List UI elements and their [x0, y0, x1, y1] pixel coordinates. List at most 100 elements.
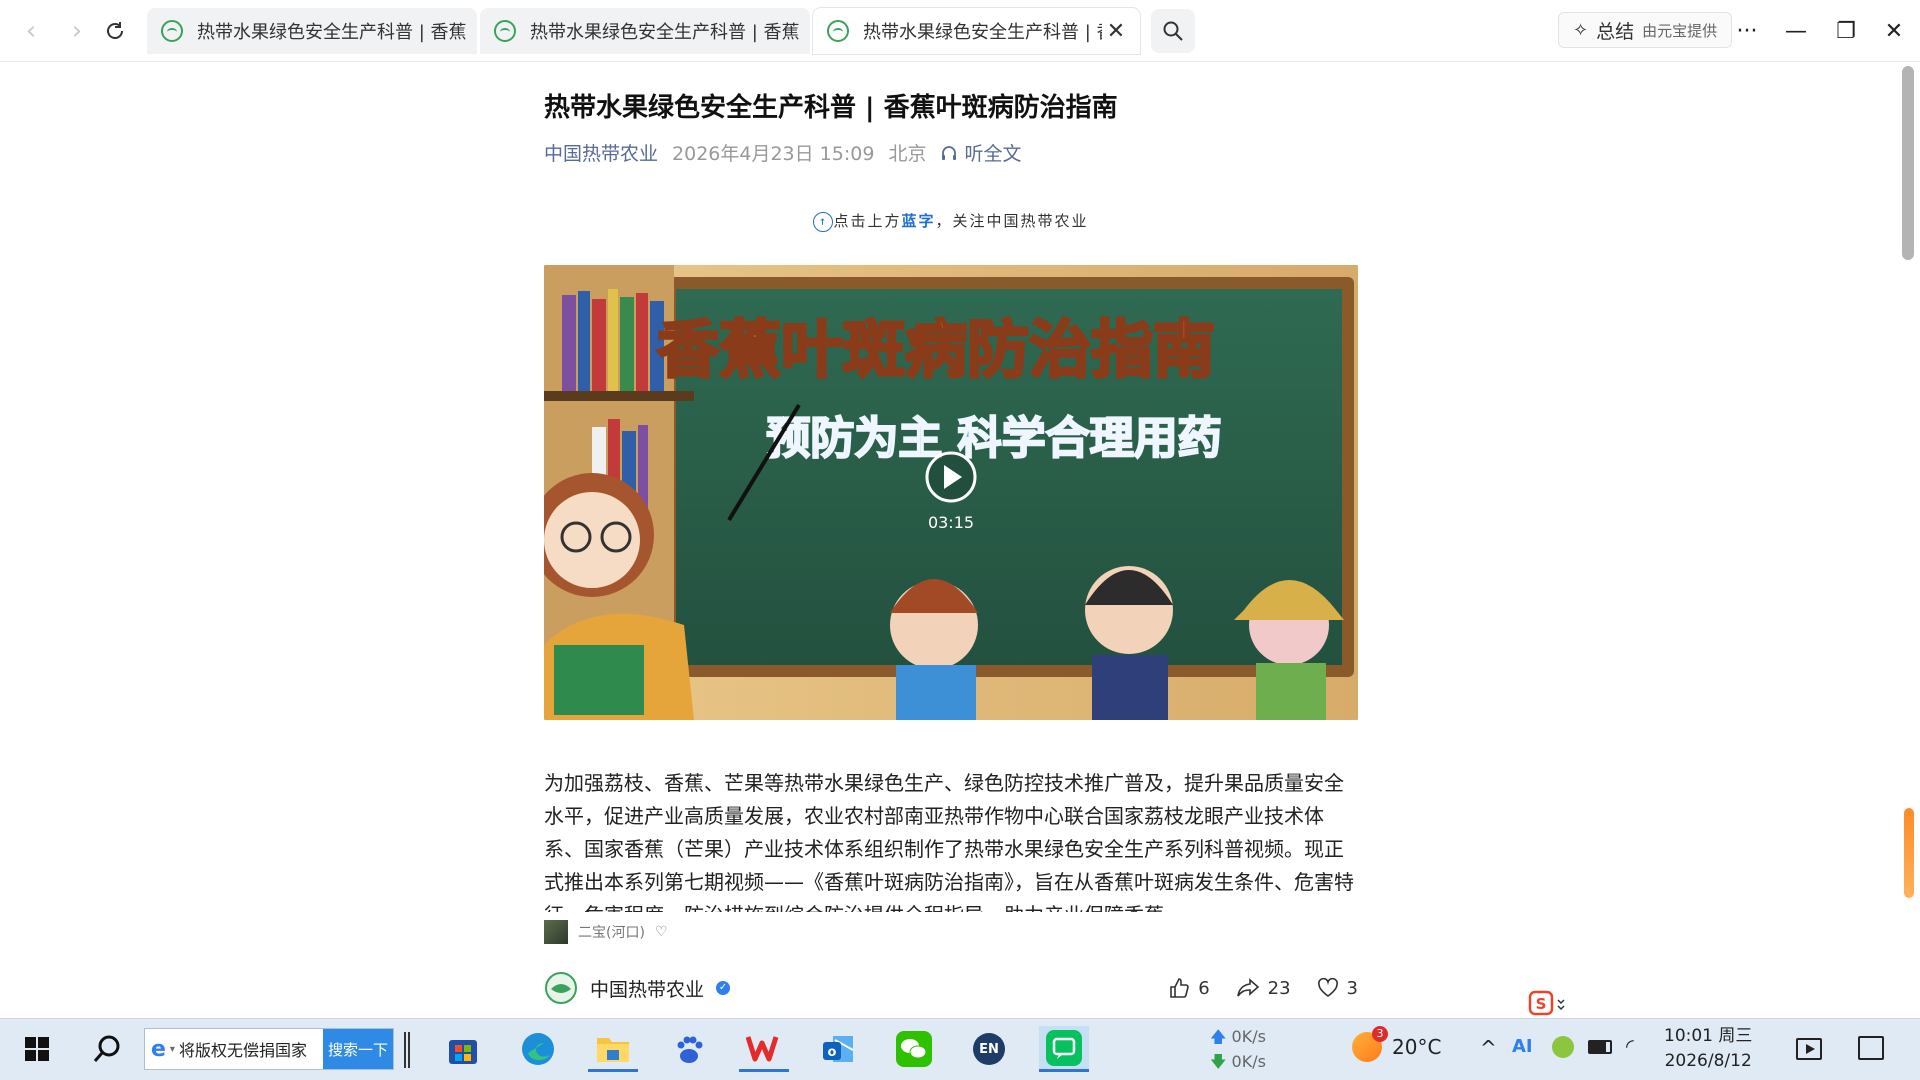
- taskbar-outlook[interactable]: o: [814, 1026, 864, 1072]
- ai-assistant-icon[interactable]: AI: [1512, 1036, 1533, 1057]
- taskbar-store[interactable]: [438, 1026, 488, 1072]
- folder-icon: [597, 1037, 629, 1062]
- taskbar-search-box[interactable]: e ▾ 将版权无偿捐国家 搜索一下: [144, 1028, 394, 1070]
- tab-title: 热带水果绿色安全生产科普 | 香蕉叶斑病防治指南: [197, 22, 467, 43]
- cover-headline: 香蕉叶斑病防治指南: [657, 313, 1215, 386]
- article-paragraph: 为加强荔枝、香蕉、芒果等热带水果绿色生产、绿色防控技术推广普及，提升果品质量安全…: [544, 771, 1354, 912]
- like-count: 6: [1198, 977, 1210, 999]
- refresh-icon: [107, 22, 123, 39]
- weather-widget[interactable]: 3 20°C: [1352, 1026, 1442, 1062]
- video-player[interactable]: 香蕉叶斑病防治指南 预防为主 科学合理用药 03:15: [544, 265, 1358, 720]
- search-button[interactable]: [82, 1026, 132, 1072]
- student-illustrations: [890, 566, 1344, 720]
- author-link[interactable]: 中国热带农业: [544, 139, 658, 166]
- tab-search-button[interactable]: [1151, 9, 1195, 53]
- follow-suffix: ，关注中国热带农业: [935, 212, 1089, 230]
- tab-title: 热带水果绿色安全生产科普 | 香蕉枯萎病防治指南: [530, 22, 800, 43]
- headphones-icon: [942, 145, 957, 160]
- divider: [404, 1032, 410, 1068]
- windows-logo-icon: [25, 1037, 49, 1061]
- notifications-icon[interactable]: [1858, 1036, 1884, 1060]
- restore-button[interactable]: ❐: [1826, 12, 1866, 50]
- close-window-button[interactable]: ✕: [1874, 12, 1914, 50]
- follow-prompt: ↑ 点击上方蓝字，关注中国热带农业: [544, 210, 1358, 232]
- tab-3-active[interactable]: 热带水果绿色安全生产科普 | 香蕉叶斑病防治指南 ✕: [813, 8, 1140, 54]
- commenter-name: 二宝(河口): [578, 925, 645, 941]
- close-tab-icon[interactable]: ✕: [1102, 19, 1130, 44]
- refresh-button[interactable]: [98, 14, 132, 48]
- upload-arrow-icon: 🡅: [1210, 1027, 1227, 1046]
- start-button[interactable]: [12, 1026, 62, 1072]
- article-content: 热带水果绿色安全生产科普 | 香蕉叶斑病防治指南 中国热带农业 2026年4月2…: [544, 62, 1358, 1018]
- pointer-icon: ↑: [813, 211, 834, 232]
- dropdown-icon: ▾: [169, 1043, 175, 1055]
- site-favicon-icon: [494, 20, 516, 42]
- tab-1[interactable]: 热带水果绿色安全生产科普 | 香蕉叶斑病防治指南: [147, 8, 477, 54]
- comment-ticker: 二宝(河口) ♡: [544, 920, 668, 944]
- wps-icon: [746, 1035, 779, 1061]
- tab-2[interactable]: 热带水果绿色安全生产科普 | 香蕉枯萎病防治指南: [480, 8, 810, 54]
- chat-app-icon: [1046, 1029, 1082, 1066]
- follow-prefix: 点击上方: [833, 212, 902, 230]
- taskbar-ime[interactable]: EN: [964, 1026, 1014, 1072]
- follow-highlight: 蓝字: [901, 212, 936, 230]
- page-scrollbar[interactable]: [1902, 66, 1914, 260]
- clock-date: 2026/8/12: [1664, 1051, 1752, 1071]
- share-button[interactable]: 23: [1236, 977, 1291, 999]
- sparkle-icon: ✧: [1573, 19, 1589, 41]
- article-footer: 中国热带农业 ✓ 6 23 3: [544, 965, 1358, 1011]
- sogou-ime-icon[interactable]: S: [1528, 990, 1566, 1018]
- show-desktop-icon[interactable]: [1796, 1038, 1822, 1060]
- download-arrow-icon: 🡇: [1210, 1052, 1227, 1071]
- more-menu-button[interactable]: ···: [1727, 12, 1767, 50]
- share-icon: [1236, 978, 1259, 997]
- search-icon: [1163, 21, 1183, 41]
- temperature: 20°C: [1392, 1035, 1442, 1059]
- account-logo-icon: [545, 972, 577, 1004]
- back-button[interactable]: ‹: [14, 14, 48, 48]
- taskbar-file-explorer[interactable]: [588, 1026, 638, 1072]
- taskbar-chat-app[interactable]: [1039, 1026, 1089, 1072]
- weather-icon: 3: [1352, 1026, 1388, 1062]
- verified-icon: ✓: [716, 981, 731, 995]
- taskbar-edge[interactable]: [513, 1026, 563, 1072]
- side-tool-handle[interactable]: [1904, 808, 1914, 898]
- download-speed: 0K/s: [1231, 1052, 1266, 1071]
- taskbar-baidu[interactable]: [664, 1026, 714, 1072]
- wechat-icon: [896, 1031, 932, 1067]
- publish-location: 北京: [888, 143, 927, 165]
- battery-icon[interactable]: [1588, 1040, 1612, 1054]
- listen-button[interactable]: 听全文: [940, 139, 1021, 166]
- weather-badge: 3: [1372, 1026, 1388, 1042]
- tab-title: 热带水果绿色安全生产科普 | 香蕉叶斑病防治指南: [863, 22, 1102, 43]
- heart-icon: ♡: [654, 924, 668, 940]
- security-icon[interactable]: [1552, 1036, 1574, 1058]
- article-meta: 中国热带农业 2026年4月23日 15:09 北京 听全文: [544, 139, 1021, 166]
- search-text: 将版权无偿捐国家: [178, 1041, 307, 1060]
- search-submit-button[interactable]: 搜索一下: [323, 1029, 393, 1069]
- site-favicon-icon: [827, 20, 849, 42]
- publish-date: 2026年4月23日 15:09: [672, 143, 875, 165]
- ai-summary-button[interactable]: ✧ 总结 由元宝提供: [1558, 12, 1733, 48]
- upload-speed: 0K/s: [1231, 1027, 1266, 1046]
- more-icon: ···: [1736, 18, 1758, 44]
- clock-time: 10:01 周三: [1664, 1026, 1753, 1046]
- taskbar-wechat[interactable]: [889, 1026, 939, 1072]
- favorite-button[interactable]: 3: [1317, 977, 1358, 999]
- svg-text:o: o: [828, 1045, 837, 1060]
- minimize-button[interactable]: —: [1776, 12, 1816, 50]
- network-speed: 🡅 0K/s 🡇 0K/s: [1210, 1024, 1266, 1074]
- tray-expand-icon[interactable]: ^: [1480, 1036, 1497, 1060]
- like-button[interactable]: 6: [1168, 977, 1210, 999]
- system-clock[interactable]: 10:01 周三 2026/8/12: [1664, 1024, 1752, 1074]
- article-title: 热带水果绿色安全生产科普 | 香蕉叶斑病防治指南: [544, 93, 1118, 123]
- forward-button[interactable]: ›: [60, 14, 94, 48]
- wifi-icon[interactable]: ◜: [1626, 1034, 1634, 1058]
- taskbar-wps[interactable]: [739, 1026, 789, 1072]
- account-name: 中国热带农业: [590, 978, 705, 1001]
- ie-icon: e: [151, 1036, 166, 1062]
- restore-icon: ❐: [1836, 18, 1856, 44]
- edge-browser-icon: [522, 1033, 554, 1065]
- account-info[interactable]: 中国热带农业 ✓: [544, 971, 731, 1005]
- svg-text:S: S: [1536, 995, 1547, 1013]
